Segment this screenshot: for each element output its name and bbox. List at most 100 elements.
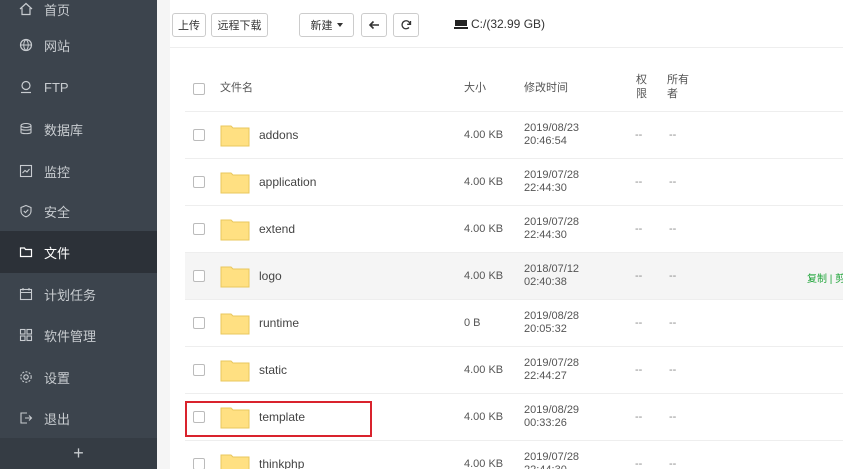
row-checkbox[interactable] (193, 270, 205, 282)
file-owner: -- (669, 223, 677, 235)
row-checkbox[interactable] (193, 458, 205, 469)
file-date: 2019/08/28 (524, 310, 580, 322)
shield-icon (18, 203, 34, 219)
row-checkbox[interactable] (193, 129, 205, 141)
file-perm: -- (635, 176, 643, 188)
file-owner: -- (669, 176, 677, 188)
sidebar-item-label: 设置 (44, 370, 71, 386)
sidebar-item-monitor[interactable]: 监控 (0, 150, 157, 192)
refresh-button[interactable] (393, 13, 419, 37)
file-name-link[interactable]: extend (259, 222, 295, 236)
sidebar-item-label: 退出 (44, 411, 71, 427)
calendar-icon (18, 286, 34, 302)
row-checkbox[interactable] (193, 364, 205, 376)
header-perm-line2: 限 (636, 88, 647, 100)
gear-icon (18, 369, 34, 385)
file-time: 00:33:26 (524, 417, 567, 429)
table-row[interactable]: static 4.00 KB 2019/07/28 22:44:27 -- -- (185, 347, 843, 394)
sidebar-add-button[interactable]: + (0, 438, 157, 469)
sidebar-item-ftp[interactable]: FTP (0, 66, 157, 108)
file-owner: -- (669, 364, 677, 376)
file-owner: -- (669, 411, 677, 423)
file-date: 2019/08/29 (524, 404, 580, 416)
file-name-link[interactable]: static (259, 363, 287, 377)
folder-icon (220, 313, 250, 335)
arrow-left-icon (368, 20, 379, 30)
sidebar-item-label: 网站 (44, 38, 71, 54)
file-owner: -- (669, 270, 677, 282)
sidebar-item-database[interactable]: 数据库 (0, 108, 157, 150)
sidebar: 首页 网站 FTP 数据库 监控 安全 文件 计划任务 软件管理 设置 退出 + (0, 0, 157, 469)
row-checkbox[interactable] (193, 411, 205, 423)
header-owner-line1: 所有 (667, 74, 689, 86)
table-row[interactable]: runtime 0 B 2019/08/28 20:05:32 -- -- (185, 300, 843, 347)
file-date: 2019/07/28 (524, 169, 580, 181)
file-size: 4.00 KB (464, 223, 504, 235)
monitor-icon (18, 163, 34, 179)
sidebar-item-files[interactable]: 文件 (0, 231, 157, 273)
folder-icon (220, 266, 250, 288)
sidebar-item-label: FTP (44, 79, 69, 95)
table-row[interactable]: logo 4.00 KB 2018/07/12 02:40:38 -- -- 复制 | 剪 (185, 253, 843, 300)
file-time: 20:05:32 (524, 323, 567, 335)
file-size: 4.00 KB (464, 270, 504, 282)
file-owner: -- (669, 317, 677, 329)
folder-icon (220, 219, 250, 241)
refresh-icon (401, 20, 412, 30)
sidebar-item-software[interactable]: 软件管理 (0, 314, 157, 356)
file-perm: -- (635, 364, 643, 376)
select-all-checkbox[interactable] (193, 83, 205, 95)
row-checkbox[interactable] (193, 176, 205, 188)
file-owner: -- (669, 129, 677, 141)
disk-label: C:/(32.99 GB) (471, 17, 546, 31)
file-name-link[interactable]: template (259, 410, 305, 424)
file-time: 02:40:38 (524, 276, 567, 288)
sidebar-item-label: 文件 (44, 245, 71, 261)
database-icon (18, 121, 34, 137)
sidebar-item-logout[interactable]: 退出 (0, 397, 157, 439)
ftp-icon (18, 79, 34, 95)
file-name-link[interactable]: addons (259, 128, 298, 142)
file-date: 2019/08/23 (524, 122, 580, 134)
row-checkbox[interactable] (193, 223, 205, 235)
sidebar-item-security[interactable]: 安全 (0, 190, 157, 232)
file-name-link[interactable]: logo (259, 269, 282, 283)
header-mtime[interactable]: 修改时间 (524, 82, 568, 95)
sidebar-item-websites[interactable]: 网站 (0, 24, 157, 66)
file-size: 4.00 KB (464, 129, 504, 141)
file-name-link[interactable]: application (259, 175, 316, 189)
file-name-link[interactable]: runtime (259, 316, 299, 330)
file-name-link[interactable]: thinkphp (259, 457, 304, 469)
table-row[interactable]: application 4.00 KB 2019/07/28 22:44:30 -- -- (185, 159, 843, 206)
file-size: 0 B (464, 317, 481, 329)
back-button[interactable] (361, 13, 387, 37)
file-date: 2019/07/28 (524, 451, 580, 463)
table-row[interactable]: addons 4.00 KB 2019/08/23 20:46:54 -- -- (185, 112, 843, 159)
folder-icon (220, 360, 250, 382)
upload-button[interactable]: 上传 (172, 13, 206, 37)
row-checkbox[interactable] (193, 317, 205, 329)
header-name[interactable]: 文件名 (220, 82, 253, 95)
header-size[interactable]: 大小 (464, 82, 486, 95)
file-time: 20:46:54 (524, 135, 567, 147)
sidebar-item-label: 首页 (44, 2, 71, 18)
apps-icon (18, 327, 34, 343)
table-row[interactable]: extend 4.00 KB 2019/07/28 22:44:30 -- -- (185, 206, 843, 253)
file-perm: -- (635, 129, 643, 141)
file-time: 22:44:27 (524, 370, 567, 382)
file-date: 2019/07/28 (524, 357, 580, 369)
remote-download-button[interactable]: 远程下载 (211, 13, 268, 37)
sidebar-item-settings[interactable]: 设置 (0, 356, 157, 398)
table-row[interactable]: thinkphp 4.00 KB 2019/07/2822:44:30 -- -- (185, 441, 843, 469)
disk-selector[interactable]: C:/(32.99 GB) (454, 17, 545, 31)
folder-icon (18, 244, 34, 260)
new-dropdown-button[interactable]: 新建 (299, 13, 354, 37)
table-row[interactable]: template 4.00 KB 2019/08/29 00:33:26 -- -- (185, 394, 843, 441)
sidebar-item-label: 计划任务 (44, 287, 97, 303)
file-owner: -- (669, 458, 677, 469)
folder-icon (220, 172, 250, 194)
sidebar-item-cron[interactable]: 计划任务 (0, 273, 157, 315)
sidebar-item-label: 软件管理 (44, 328, 97, 344)
file-perm: -- (635, 270, 643, 282)
row-actions[interactable]: 复制 | 剪 (807, 270, 843, 285)
